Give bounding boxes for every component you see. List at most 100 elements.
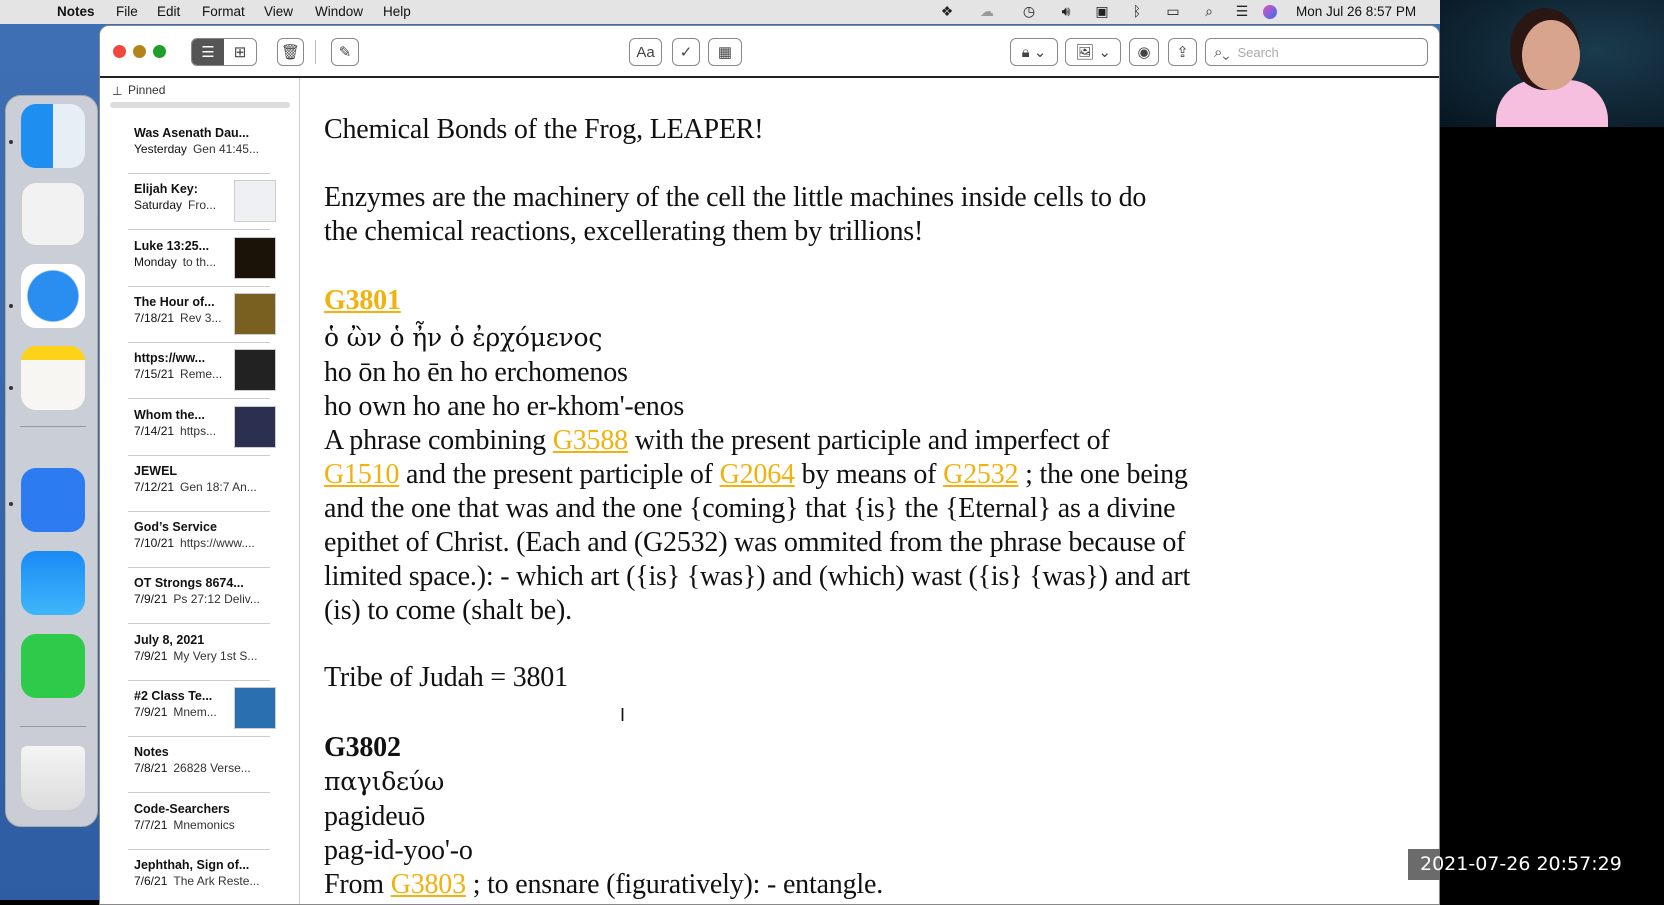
note-item-title: #2 Class Te... [134,689,213,703]
menu-app-notes[interactable]: Notes [57,4,95,19]
note-list-item[interactable]: Was Asenath Dau... Yesterday Gen 41:45... [128,118,270,174]
note-item-snippet: Mnem... [173,705,217,719]
text: with the present participle and imperfec… [627,425,1110,456]
time-machine-icon[interactable]: ◷ [1019,3,1039,20]
strongs-link-g2064[interactable]: G2064 [720,459,795,490]
note-list-item[interactable]: Whom the... 7/14/21 https... [128,400,276,456]
finder-icon[interactable] [21,104,85,168]
spotlight-icon[interactable]: ⌕ [1199,3,1219,20]
divider [315,40,316,64]
note-list-item[interactable]: Notes 7/8/21 26828 Verse... [128,737,270,794]
minimize-button[interactable] [133,45,146,58]
note-item-date: 7/7/21 [134,817,168,832]
note-item-snippet: Gen 18:7 An... [180,479,257,494]
close-button[interactable] [113,45,126,58]
share-button[interactable]: ⇪ [1168,38,1197,66]
note-list-item[interactable]: #2 Class Te... 7/9/21 Mnem... [128,681,276,737]
note-item-subtitle: 7/9/21 Ps 27:12 Deliv... [134,592,260,606]
menu-window[interactable]: Window [315,4,363,19]
note-item-title: OT Strongs 8674... [134,576,244,591]
note-item-title: Code-Searchers [134,801,230,816]
note-list-item[interactable]: God’s Service 7/10/21 https://www.... [128,512,270,569]
search-icon: ⌕⌄ [1214,43,1230,61]
running-indicator [9,140,13,144]
notes-app-icon[interactable] [21,346,85,410]
messages-icon[interactable] [21,634,85,698]
note-paragraph: Enzymes are the machinery of the cell th… [324,182,1147,213]
icloud-icon[interactable]: ☁ [977,3,997,20]
note-item-date: 7/6/21 [134,873,168,888]
dock-separator [20,726,86,727]
gallery-view-icon[interactable]: ⊞ [224,43,256,61]
new-note-button[interactable]: ✎ [331,38,359,66]
definition-line: epithet of Christ. (Each and (G2532) was… [324,527,1186,558]
transliteration: pagideuō [324,801,426,832]
volume-icon[interactable]: 🔊︎ [1056,3,1076,20]
dropbox-icon[interactable]: ❖ [937,3,957,20]
menu-format[interactable]: Format [202,4,245,19]
strongs-link-g1510[interactable]: G1510 [324,459,399,490]
pinned-header: Pinned [128,83,166,97]
control-center-icon[interactable]: ☰ [1232,3,1252,20]
media-button[interactable]: 🖼︎ ⌄ [1065,38,1121,66]
note-list-item[interactable]: Luke 13:25... Monday to th... [128,231,276,287]
delete-button[interactable]: 🗑︎ [277,38,304,66]
note-item-subtitle: 7/14/21 https... [134,424,216,438]
menu-help[interactable]: Help [383,4,411,19]
note-list-item[interactable]: Elijah Key: Saturday Fro... [128,174,276,231]
definition-line: From G3803 ; to ensnare (figuratively): … [324,869,883,901]
battery-icon[interactable]: ▭ [1163,3,1183,20]
dock [5,95,98,827]
menu-edit[interactable]: Edit [157,4,180,19]
collaborate-button[interactable]: ◉ [1129,38,1159,66]
lock-button[interactable]: 🔒︎ ⌄ [1010,38,1058,66]
strongs-link-g2532[interactable]: G2532 [943,459,1018,490]
text-cursor-icon: I [620,705,626,725]
definition-line: A phrase combining G3588 with the presen… [324,425,1110,457]
note-list-item[interactable]: July 8, 2021 7/9/21 My Very 1st S... [128,625,270,681]
trash-icon: 🗑︎ [280,44,301,61]
note-list-item[interactable]: The Hour of... 7/18/21 Rev 3... [128,287,276,343]
menu-view[interactable]: View [264,4,293,19]
checkmark-circle-icon: ✓ [679,44,693,61]
note-item-date: 7/8/21 [134,761,168,776]
presenter-head [1522,20,1580,90]
menu-file[interactable]: File [116,4,138,19]
note-item-snippet: Ps 27:12 Deliv... [173,592,260,607]
mail-icon[interactable] [21,551,85,615]
table-button[interactable]: ▦ [708,38,742,66]
zoom-app-icon[interactable] [21,468,85,532]
note-item-date: 7/15/21 [134,367,175,382]
trash-icon[interactable] [21,746,85,810]
greek-text: ὁ ὢν ὁ ἦν ὁ ἐρχόμενος [324,323,603,352]
keyboard-input-icon[interactable]: ▣ [1092,3,1112,20]
note-item-snippet: Fro... [188,198,217,213]
note-item-snippet: Mnemonics [173,817,235,832]
note-list-item[interactable]: Jephthah, Sign of... 7/6/21 The Ark Reste… [128,850,270,904]
note-list-item[interactable]: https://ww... 7/15/21 Reme... [128,343,276,400]
strongs-link-g3803[interactable]: G3803 [391,869,466,900]
safari-icon[interactable] [21,264,85,328]
view-toggle[interactable]: ☰ ⊞ [191,38,257,66]
definition-line: (is) to come (shalt be). [324,595,572,626]
bluetooth-icon[interactable]: ᛒ [1127,3,1147,19]
siri-icon[interactable] [1263,5,1277,19]
search-input[interactable]: Search [1237,45,1278,60]
search-field[interactable]: ⌕⌄ Search [1205,38,1428,66]
clock[interactable]: Mon Jul 26 8:57 PM [1296,4,1416,19]
strongs-link-g3801[interactable]: G3801 [324,285,401,317]
note-item-date: 7/10/21 [134,536,175,551]
list-view-icon[interactable]: ☰ [192,39,224,65]
note-list-item[interactable]: Code-Searchers 7/7/21 Mnemonics [128,794,270,850]
note-editor[interactable]: Chemical Bonds of the Frog, LEAPER! Enzy… [300,78,1439,904]
checklist-button[interactable]: ✓ [672,38,700,66]
note-paragraph: the chemical reactions, excellerating th… [324,216,924,247]
format-button[interactable]: Aa [629,38,662,66]
note-list-item[interactable]: JEWEL 7/12/21 Gen 18:7 An... [128,456,270,512]
zoom-button[interactable] [153,45,166,58]
note-item-snippet: 26828 Verse... [173,761,251,776]
note-item-subtitle: Monday to th... [134,255,216,269]
launchpad-icon[interactable] [21,182,85,246]
note-list-item[interactable]: OT Strongs 8674... 7/9/21 Ps 27:12 Deliv.… [128,568,270,625]
strongs-link-g3588[interactable]: G3588 [553,425,628,456]
